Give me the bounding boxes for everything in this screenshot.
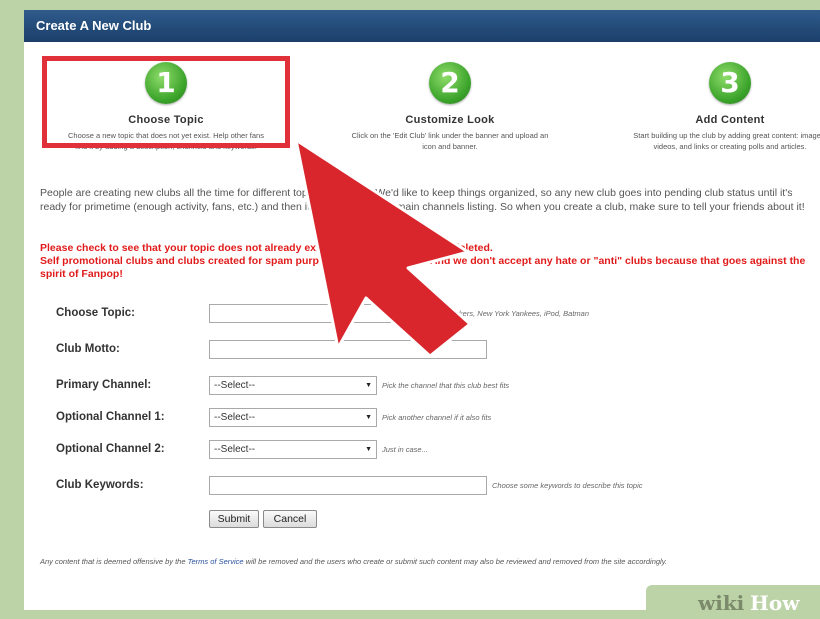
watermark-wiki: wiki: [698, 591, 745, 615]
red-arrow-pointer: [294, 138, 472, 358]
wikihow-watermark: wiki How: [646, 585, 820, 619]
arrow-icon: [294, 138, 472, 358]
watermark-how: How: [750, 591, 800, 615]
